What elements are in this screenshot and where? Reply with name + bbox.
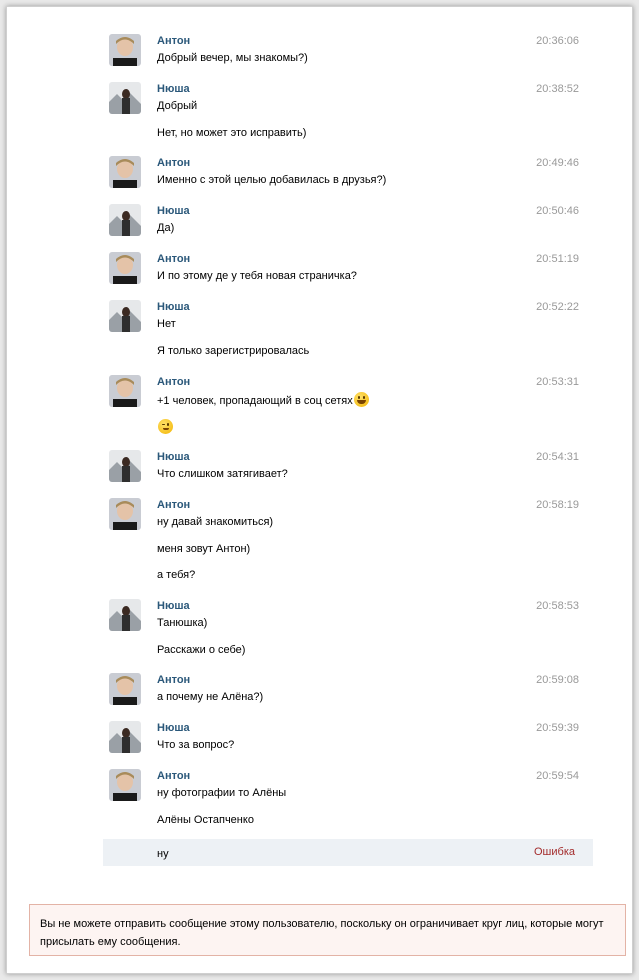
message-author[interactable]: Нюша	[157, 300, 190, 314]
message-time: 20:53:31	[536, 376, 579, 388]
dialog-page: Антон 20:36:06 Добрый вечер, мы знакомы?…	[6, 6, 633, 974]
message-time: 20:58:53	[536, 600, 579, 612]
message-text: Нет, но может это исправить)	[157, 127, 307, 139]
avatar-anton[interactable]	[109, 375, 141, 407]
message: Антон 20:59:54 ну фотографии то Алёны Ал…	[103, 769, 593, 835]
message-time: 20:50:46	[536, 205, 579, 217]
message: Нюша 20:52:22 Нет Я только зарегистриров…	[103, 300, 593, 366]
message-author[interactable]: Антон	[157, 769, 190, 783]
avatar-anton[interactable]	[109, 156, 141, 188]
message: Нюша 20:59:39 Что за вопрос?	[103, 721, 593, 761]
message-author[interactable]: Антон	[157, 252, 190, 266]
message-author[interactable]: Антон	[157, 34, 190, 48]
message: Нюша 20:54:31 Что слишком затягивает?	[103, 450, 593, 490]
message-time: 20:58:19	[536, 499, 579, 511]
message-text: Именно с этой целью добавилась в друзья?…	[157, 174, 387, 186]
avatar-anton[interactable]	[109, 769, 141, 801]
send-restriction-notice: Вы не можете отправить сообщение этому п…	[29, 904, 626, 956]
message-text: Алёны Остапченко	[157, 814, 254, 826]
message: Антон 20:49:46 Именно с этой целью добав…	[103, 156, 593, 196]
message-time: 20:54:31	[536, 451, 579, 463]
failed-message-text: ну	[157, 848, 169, 860]
message-text: меня зовут Антон)	[157, 543, 251, 555]
message-time: 20:59:39	[536, 722, 579, 734]
message-time: 20:38:52	[536, 83, 579, 95]
message-author[interactable]: Антон	[157, 673, 190, 687]
message-text: ну давай знакомиться)	[157, 516, 274, 528]
message-author[interactable]: Нюша	[157, 204, 190, 218]
message-author[interactable]: Антон	[157, 156, 190, 170]
failed-message-row: ну Ошибка	[103, 839, 593, 866]
message-text: И по этому де у тебя новая страничка?	[157, 270, 357, 282]
avatar-nyusha[interactable]	[109, 721, 141, 753]
message-text: Я только зарегистрировалась	[157, 345, 310, 357]
avatar-nyusha[interactable]	[109, 82, 141, 114]
message: Антон 20:36:06 Добрый вечер, мы знакомы?…	[103, 34, 593, 74]
message-time: 20:59:08	[536, 674, 579, 686]
avatar-anton[interactable]	[109, 498, 141, 530]
message-time: 20:52:22	[536, 301, 579, 313]
message-author[interactable]: Нюша	[157, 599, 190, 613]
message: Антон 20:53:31 +1 человек, пропадающий в…	[103, 375, 593, 445]
avatar-anton[interactable]	[109, 673, 141, 705]
error-status-link[interactable]: Ошибка	[534, 845, 575, 859]
message-author[interactable]: Антон	[157, 498, 190, 512]
message-text-content: +1 человек, пропадающий в соц сетях	[157, 395, 353, 407]
message-text: Расскажи о себе)	[157, 644, 246, 656]
message: Антон 20:58:19 ну давай знакомиться) мен…	[103, 498, 593, 592]
avatar-nyusha[interactable]	[109, 599, 141, 631]
message-author[interactable]: Нюша	[157, 721, 190, 735]
message-text: Добрый	[157, 100, 198, 112]
message: Нюша 20:50:46 Да)	[103, 204, 593, 244]
message-emoji-line	[157, 419, 173, 435]
message-text: +1 человек, пропадающий в соц сетях	[157, 392, 369, 408]
avatar-nyusha[interactable]	[109, 204, 141, 236]
grinning-emoji-icon	[353, 392, 369, 407]
wink-emoji-icon	[158, 419, 173, 434]
message-author[interactable]: Антон	[157, 375, 190, 389]
avatar-nyusha[interactable]	[109, 450, 141, 482]
message-text: Добрый вечер, мы знакомы?)	[157, 52, 308, 64]
avatar-anton[interactable]	[109, 252, 141, 284]
message-text: Нет	[157, 318, 176, 330]
message-text: ну фотографии то Алёны	[157, 787, 287, 799]
message-text: а тебя?	[157, 569, 196, 581]
message: Антон 20:59:08 а почему не Алёна?)	[103, 673, 593, 713]
message-author[interactable]: Нюша	[157, 82, 190, 96]
avatar-anton[interactable]	[109, 34, 141, 66]
message-text: Танюшка)	[157, 617, 208, 629]
message-time: 20:49:46	[536, 157, 579, 169]
message-time: 20:36:06	[536, 35, 579, 47]
message-time: 20:51:19	[536, 253, 579, 265]
message-author[interactable]: Нюша	[157, 450, 190, 464]
message-time: 20:59:54	[536, 770, 579, 782]
avatar-nyusha[interactable]	[109, 300, 141, 332]
message-text: Да)	[157, 222, 175, 234]
message: Антон 20:51:19 И по этому де у тебя нова…	[103, 252, 593, 292]
message-text: а почему не Алёна?)	[157, 691, 264, 703]
message: Нюша 20:38:52 Добрый Нет, но может это и…	[103, 82, 593, 148]
message-text: Что слишком затягивает?	[157, 468, 288, 480]
message-text: Что за вопрос?	[157, 739, 235, 751]
message: Нюша 20:58:53 Танюшка) Расскажи о себе)	[103, 599, 593, 665]
